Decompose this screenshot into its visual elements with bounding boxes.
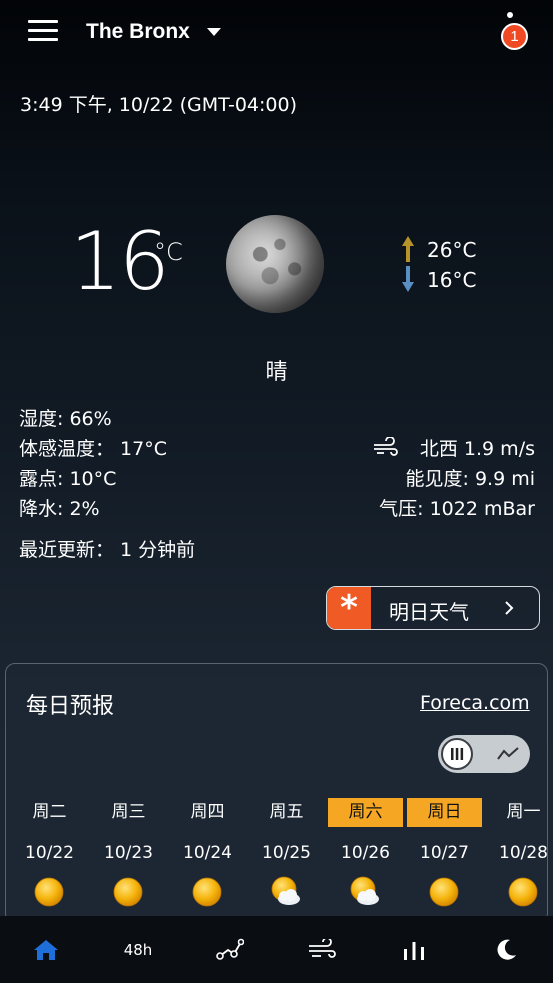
last-update: 最近更新： 1 分钟前 — [19, 539, 196, 561]
forecast-date: 10/24 — [183, 843, 232, 863]
local-datetime: 3:49 下午, 10/22 (GMT-04:00) — [20, 94, 297, 116]
precipitation: 降水: 2% — [19, 498, 100, 520]
sun-icon — [34, 877, 64, 907]
sun-icon — [113, 877, 143, 907]
dew-point: 露点: 10°C — [19, 468, 117, 490]
arrow-down-icon — [402, 266, 414, 292]
daily-forecast-title: 每日预报 — [26, 694, 115, 719]
low-temperature: 16°C — [427, 268, 477, 292]
forecast-date: 10/22 — [25, 843, 74, 863]
bar-chart-icon — [404, 942, 424, 960]
arrow-up-icon — [402, 236, 414, 262]
forecast-date: 10/28 — [499, 843, 548, 863]
home-icon — [34, 940, 58, 960]
forecast-day[interactable]: 周三 — [91, 798, 166, 827]
feels-like: 体感温度： 17°C — [19, 438, 167, 460]
nav-graph[interactable] — [212, 932, 248, 968]
high-temperature: 26°C — [427, 238, 477, 262]
graph-icon — [216, 938, 244, 960]
temperature-unit: °C — [154, 238, 183, 266]
humidity: 湿度: 66% — [19, 408, 112, 430]
line-graph-icon[interactable] — [496, 745, 520, 763]
wind-icon — [309, 939, 336, 958]
bottom-nav — [0, 916, 553, 983]
wind: 北西 1.9 m/s — [419, 438, 535, 460]
visibility: 能见度: 9.9 mi — [405, 468, 535, 490]
nav-wind[interactable] — [304, 932, 340, 968]
notification-button[interactable]: 1 — [500, 12, 530, 50]
tomorrow-label: 明日天气 — [389, 600, 469, 624]
city-selector[interactable]: The Bronx — [86, 20, 190, 44]
wind-icon — [374, 437, 398, 456]
nav-48h[interactable]: 48h — [120, 932, 156, 968]
nav-home[interactable] — [28, 932, 64, 968]
tomorrow-weather-button[interactable]: * 明日天气 — [326, 586, 540, 630]
asterisk-icon: * — [327, 587, 371, 629]
partly-cloudy-icon — [271, 876, 300, 905]
nav-48h-label: 48h — [123, 941, 153, 959]
forecast-day[interactable]: 周日 — [407, 798, 482, 827]
sun-icon — [429, 877, 459, 907]
moon-icon — [497, 939, 516, 960]
menu-icon[interactable] — [28, 20, 58, 42]
more-dot-icon — [507, 12, 513, 18]
moon-icon — [226, 215, 324, 313]
view-toggle[interactable] — [438, 735, 530, 773]
pressure: 气压: 1022 mBar — [379, 498, 535, 520]
nav-moon[interactable] — [488, 932, 524, 968]
forecast-day[interactable]: 周一 — [486, 798, 553, 827]
forecast-day[interactable]: 周六 — [328, 798, 403, 827]
weather-condition: 晴 — [265, 360, 288, 385]
forecast-day[interactable]: 周五 — [249, 798, 324, 827]
partly-cloudy-icon — [350, 876, 379, 905]
sun-icon — [192, 877, 222, 907]
forecast-date: 10/26 — [341, 843, 390, 863]
forecast-date: 10/25 — [262, 843, 311, 863]
sun-icon — [508, 877, 538, 907]
forecast-date: 10/27 — [420, 843, 469, 863]
foreca-link[interactable]: Foreca.com — [420, 692, 530, 714]
notification-badge: 1 — [501, 23, 528, 50]
forecast-day[interactable]: 周二 — [12, 798, 87, 827]
nav-bar-chart[interactable] — [396, 932, 432, 968]
forecast-day[interactable]: 周四 — [170, 798, 245, 827]
chevron-down-icon[interactable] — [207, 28, 221, 36]
bars-view-icon[interactable] — [441, 738, 473, 770]
chevron-right-icon — [505, 601, 514, 615]
forecast-date: 10/23 — [104, 843, 153, 863]
